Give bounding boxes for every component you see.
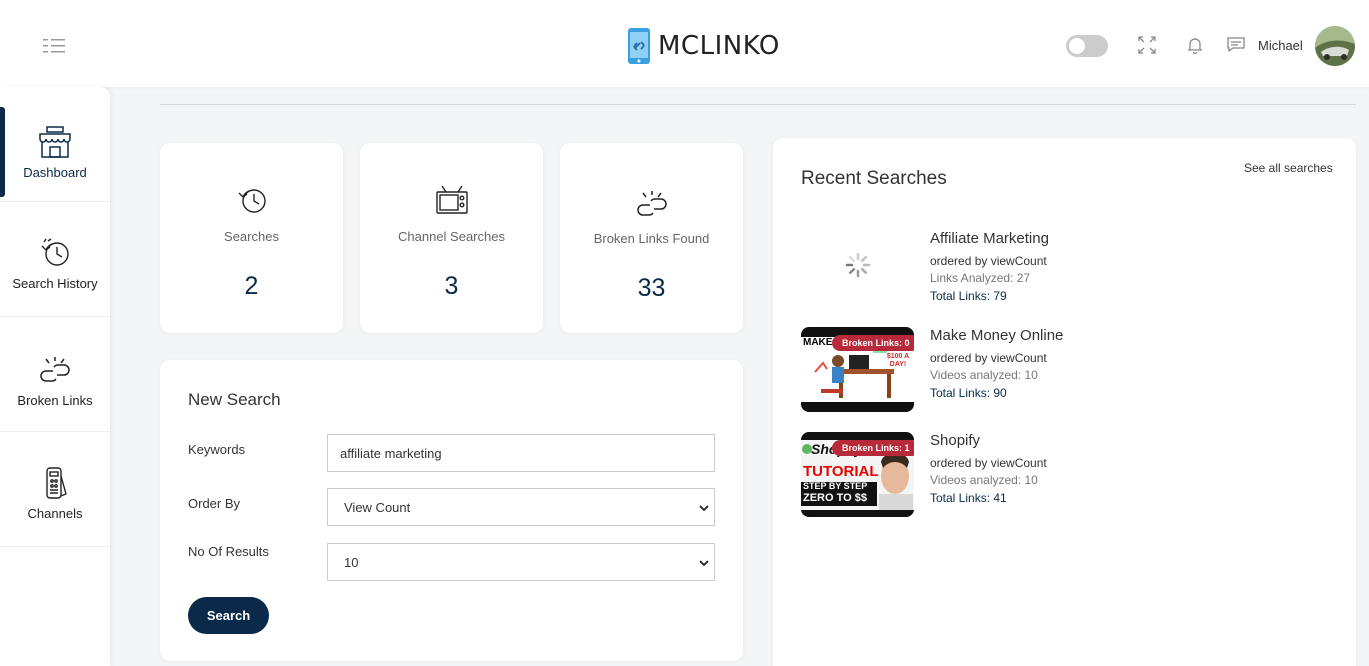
see-all-searches-link[interactable]: See all searches: [1244, 161, 1333, 175]
search-total: Total Links: 90: [930, 386, 1007, 400]
keywords-label: Keywords: [188, 442, 246, 457]
search-order: ordered by viewCount: [930, 456, 1047, 470]
thumbnail-text: TUTORIAL: [803, 463, 879, 480]
bell-icon[interactable]: [1185, 35, 1205, 55]
order-by-value: View Count: [344, 499, 411, 515]
stat-card-searches: Searches 2: [160, 143, 343, 333]
results-label: No Of Results: [188, 544, 269, 559]
search-title[interactable]: Shopify: [930, 432, 980, 449]
sidebar: Dashboard Search History Broken Links Ch…: [0, 87, 110, 666]
stat-value: 33: [637, 274, 666, 302]
list-item[interactable]: Shopify TUTORIAL STEP BY STEP ZERO TO $$…: [801, 432, 1321, 522]
thumbnail-text: STEP BY STEP: [803, 481, 868, 491]
thumbnail-text: ZERO TO $$: [803, 492, 867, 504]
remote-icon: [46, 467, 67, 499]
app-logo[interactable]: MCLINKO: [627, 27, 780, 65]
sidebar-item-broken-links[interactable]: Broken Links: [0, 317, 110, 432]
search-total: Total Links: 79: [930, 289, 1007, 303]
search-button[interactable]: Search: [188, 597, 269, 634]
search-total: Total Links: 41: [930, 491, 1007, 505]
chevron-down-icon: [699, 505, 709, 512]
sidebar-item-search-history[interactable]: Search History: [0, 202, 110, 317]
search-title[interactable]: Affiliate Marketing: [930, 230, 1049, 247]
sidebar-item-label: Broken Links: [17, 393, 93, 408]
search-analyzed: Links Analyzed: 27: [930, 271, 1031, 285]
history-icon: [41, 238, 69, 266]
phone-link-icon: [628, 28, 650, 64]
thumbnail-text: MAKE: [803, 337, 833, 348]
sidebar-item-label: Channels: [27, 506, 83, 521]
sidebar-item-channels[interactable]: Channels: [0, 432, 110, 547]
toggle-knob: [1069, 38, 1085, 54]
search-analyzed: Videos analyzed: 10: [930, 368, 1038, 382]
spinner-icon: [845, 252, 871, 278]
stat-label: Broken Links Found: [593, 231, 710, 246]
stat-label: Searches: [224, 229, 279, 244]
video-thumbnail[interactable]: Shopify TUTORIAL STEP BY STEP ZERO TO $$…: [801, 432, 914, 517]
search-analyzed: Videos analyzed: 10: [930, 473, 1038, 487]
stat-card-broken-links: Broken Links Found 33: [560, 143, 743, 333]
stat-value: 2: [244, 272, 259, 300]
fullscreen-icon[interactable]: [1137, 35, 1157, 55]
tv-icon: [435, 185, 468, 214]
search-order: ordered by viewCount: [930, 351, 1047, 365]
list-item[interactable]: Affiliate Marketing ordered by viewCount…: [801, 230, 1321, 320]
card-title: Recent Searches: [801, 168, 947, 189]
list-item[interactable]: MAKE $100 A DAY! Broken Links: 0 Make Mo…: [801, 327, 1321, 417]
loading-thumbnail: [801, 230, 914, 315]
search-order: ordered by viewCount: [930, 254, 1047, 268]
thumbnail-text: $100 A DAY!: [886, 353, 910, 368]
theme-toggle[interactable]: [1066, 35, 1108, 57]
history-icon: [238, 189, 266, 213]
logo-text: MCLINKO: [658, 31, 780, 61]
avatar[interactable]: [1315, 26, 1355, 66]
stat-card-channel-searches: Channel Searches 3: [360, 143, 543, 333]
user-name[interactable]: Michael: [1258, 38, 1303, 53]
order-by-label: Order By: [188, 496, 241, 511]
search-title[interactable]: Make Money Online: [930, 327, 1063, 344]
broken-link-icon: [40, 357, 70, 382]
divider: [160, 104, 1356, 105]
sidebar-item-dashboard[interactable]: Dashboard: [0, 87, 110, 202]
top-header: MCLINKO Michael: [0, 0, 1369, 87]
video-thumbnail[interactable]: MAKE $100 A DAY! Broken Links: 0: [801, 327, 914, 412]
recent-searches-card: Recent Searches See all searches Affilia…: [773, 138, 1356, 666]
store-icon: [39, 126, 71, 158]
sidebar-item-label: Search History: [12, 276, 98, 291]
message-icon[interactable]: [1226, 35, 1246, 55]
card-title: New Search: [188, 390, 281, 409]
results-value: 10: [344, 554, 359, 570]
new-search-card: New Search Keywords Order By View Count …: [160, 360, 743, 661]
results-select[interactable]: 10: [327, 543, 715, 581]
broken-link-icon: [636, 191, 667, 216]
stat-label: Channel Searches: [398, 229, 505, 244]
broken-links-badge: Broken Links: 1: [832, 440, 914, 456]
menu-toggle-icon[interactable]: [43, 38, 67, 54]
keywords-input[interactable]: [327, 434, 715, 472]
order-by-select[interactable]: View Count: [327, 488, 715, 526]
chevron-down-icon: [699, 560, 709, 567]
sidebar-item-label: Dashboard: [23, 165, 87, 180]
stat-value: 3: [444, 272, 459, 300]
broken-links-badge: Broken Links: 0: [832, 335, 914, 351]
